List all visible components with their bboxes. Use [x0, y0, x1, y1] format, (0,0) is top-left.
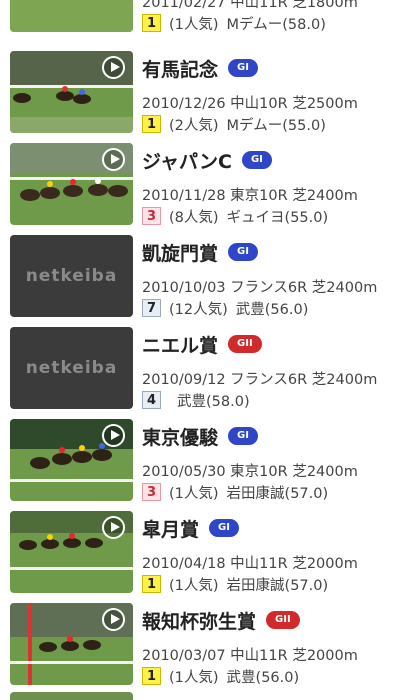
jockey-weight: ギュイヨ(55.0): [226, 209, 329, 226]
race-name[interactable]: 皐月賞: [142, 515, 199, 542]
race-title-row: ジャパンC GI: [142, 147, 272, 173]
race-name[interactable]: ニエル賞: [142, 331, 218, 358]
popularity: (12人気): [169, 301, 228, 318]
race-name[interactable]: 報知杯弥生賞: [142, 607, 256, 634]
race-result: 1 (1人気) 岩田康誠(57.0): [142, 574, 328, 594]
popularity: (1人気): [169, 485, 219, 502]
jockey-weight: Mデムー(55.0): [226, 117, 326, 134]
race-entry[interactable]: netkeiba 凱旋門賞 GI 2010/10/03 フランス6R 芝2400…: [0, 235, 407, 327]
race-result: 3 (8人気) ギュイヨ(55.0): [142, 206, 328, 226]
race-title-row: 凱旋門賞 GI: [142, 239, 258, 265]
race-entry[interactable]: 有馬記念 GI 2010/12/26 中山10R 芝2500m 1 (2人気) …: [0, 51, 407, 143]
race-result: 1 (2人気) Mデムー(55.0): [142, 114, 326, 134]
play-icon[interactable]: [102, 608, 125, 631]
grade-badge: GII: [228, 335, 262, 353]
grade-badge: GI: [228, 59, 258, 77]
race-entry[interactable]: 東京優駿 GI 2010/05/30 東京10R 芝2400m 3 (1人気) …: [0, 419, 407, 511]
race-thumbnail-placeholder[interactable]: netkeiba: [10, 235, 133, 317]
race-date-course: 2010/11/28 東京10R 芝2400m: [142, 188, 358, 204]
race-date-course: 2010/09/12 フランス6R 芝2400m: [142, 372, 378, 388]
race-name[interactable]: 有馬記念: [142, 55, 218, 82]
play-icon[interactable]: [102, 516, 125, 539]
popularity: (2人気): [169, 117, 219, 134]
play-icon[interactable]: [102, 424, 125, 447]
race-title-row: 東京優駿 GI: [142, 423, 258, 449]
race-entry-partial[interactable]: 2011/02/27 中山11R 芝1800m 1 (1人気) Mデムー(58.…: [0, 0, 407, 42]
race-title-row: 報知杯弥生賞 GII: [142, 607, 300, 633]
race-name[interactable]: 東京優駿: [142, 423, 218, 450]
race-entry[interactable]: netkeiba ニエル賞 GII 2010/09/12 フランス6R 芝240…: [0, 327, 407, 419]
grade-badge: GI: [209, 519, 239, 537]
finish-rank-badge: 3: [142, 207, 161, 225]
placeholder-logo-text: netkeiba: [25, 358, 118, 378]
finish-rank-badge: 1: [142, 667, 161, 685]
popularity: (1人気): [169, 669, 219, 686]
jockey-weight: 武豊(58.0): [177, 393, 250, 410]
race-title-row: ニエル賞 GII: [142, 331, 262, 357]
race-title-row: 有馬記念 GI: [142, 55, 258, 81]
race-entry[interactable]: 皐月賞 GI 2010/04/18 中山11R 芝2000m 1 (1人気) 岩…: [0, 511, 407, 603]
play-icon[interactable]: [102, 56, 125, 79]
jockey-weight: 岩田康誠(57.0): [226, 577, 329, 594]
race-entry[interactable]: 報知杯弥生賞 GII 2010/03/07 中山11R 芝2000m 1 (1人…: [0, 603, 407, 695]
grade-badge: GI: [228, 243, 258, 261]
popularity: (1人気): [169, 16, 219, 33]
race-thumbnail[interactable]: [10, 603, 133, 685]
race-date-course: 2010/12/26 中山10R 芝2500m: [142, 96, 358, 112]
finish-rank-badge: 7: [142, 299, 161, 317]
jockey-weight: 武豊(56.0): [235, 301, 309, 318]
finish-rank-badge: 1: [142, 14, 161, 32]
race-thumbnail[interactable]: [10, 51, 133, 133]
race-result: 1 (1人気) 武豊(56.0): [142, 666, 299, 686]
race-thumbnail[interactable]: [10, 419, 133, 501]
popularity: (8人気): [169, 209, 219, 226]
race-date-course: 2010/10/03 フランス6R 芝2400m: [142, 280, 378, 296]
race-result: 3 (1人気) 岩田康誠(57.0): [142, 482, 328, 502]
play-icon[interactable]: [102, 148, 125, 171]
finish-rank-badge: 4: [142, 391, 161, 409]
race-video-frame: [10, 0, 133, 32]
race-date-course: 2010/03/07 中山11R 芝2000m: [142, 648, 358, 664]
race-date-course: 2010/05/30 東京10R 芝2400m: [142, 464, 358, 480]
popularity: (1人気): [169, 577, 219, 594]
race-thumbnail[interactable]: [10, 143, 133, 225]
grade-badge: GI: [228, 427, 258, 445]
race-title-row: 皐月賞 GI: [142, 515, 239, 541]
race-name[interactable]: ジャパンC: [142, 147, 232, 174]
jockey-weight: 岩田康誠(57.0): [226, 485, 329, 502]
race-entry-next-partial[interactable]: [10, 692, 133, 700]
grade-badge: GII: [266, 611, 300, 629]
race-entry[interactable]: ジャパンC GI 2010/11/28 東京10R 芝2400m 3 (8人気)…: [0, 143, 407, 235]
race-thumbnail-placeholder[interactable]: netkeiba: [10, 327, 133, 409]
race-date-course: 2010/04/18 中山11R 芝2000m: [142, 556, 358, 572]
race-thumbnail[interactable]: [10, 511, 133, 593]
race-name[interactable]: 凱旋門賞: [142, 239, 218, 266]
race-result: 4 武豊(58.0): [142, 390, 250, 410]
race-thumbnail[interactable]: [10, 0, 133, 32]
placeholder-logo-text: netkeiba: [25, 266, 118, 286]
jockey-weight: Mデムー(58.0): [226, 16, 326, 33]
race-result: 1 (1人気) Mデムー(58.0): [142, 13, 326, 33]
finish-rank-badge: 1: [142, 115, 161, 133]
grade-badge: GI: [241, 151, 272, 169]
jockey-weight: 武豊(56.0): [226, 669, 300, 686]
race-date-course: 2011/02/27 中山11R 芝1800m: [142, 0, 358, 11]
finish-rank-badge: 3: [142, 483, 161, 501]
race-result: 7 (12人気) 武豊(56.0): [142, 298, 308, 318]
finish-rank-badge: 1: [142, 575, 161, 593]
